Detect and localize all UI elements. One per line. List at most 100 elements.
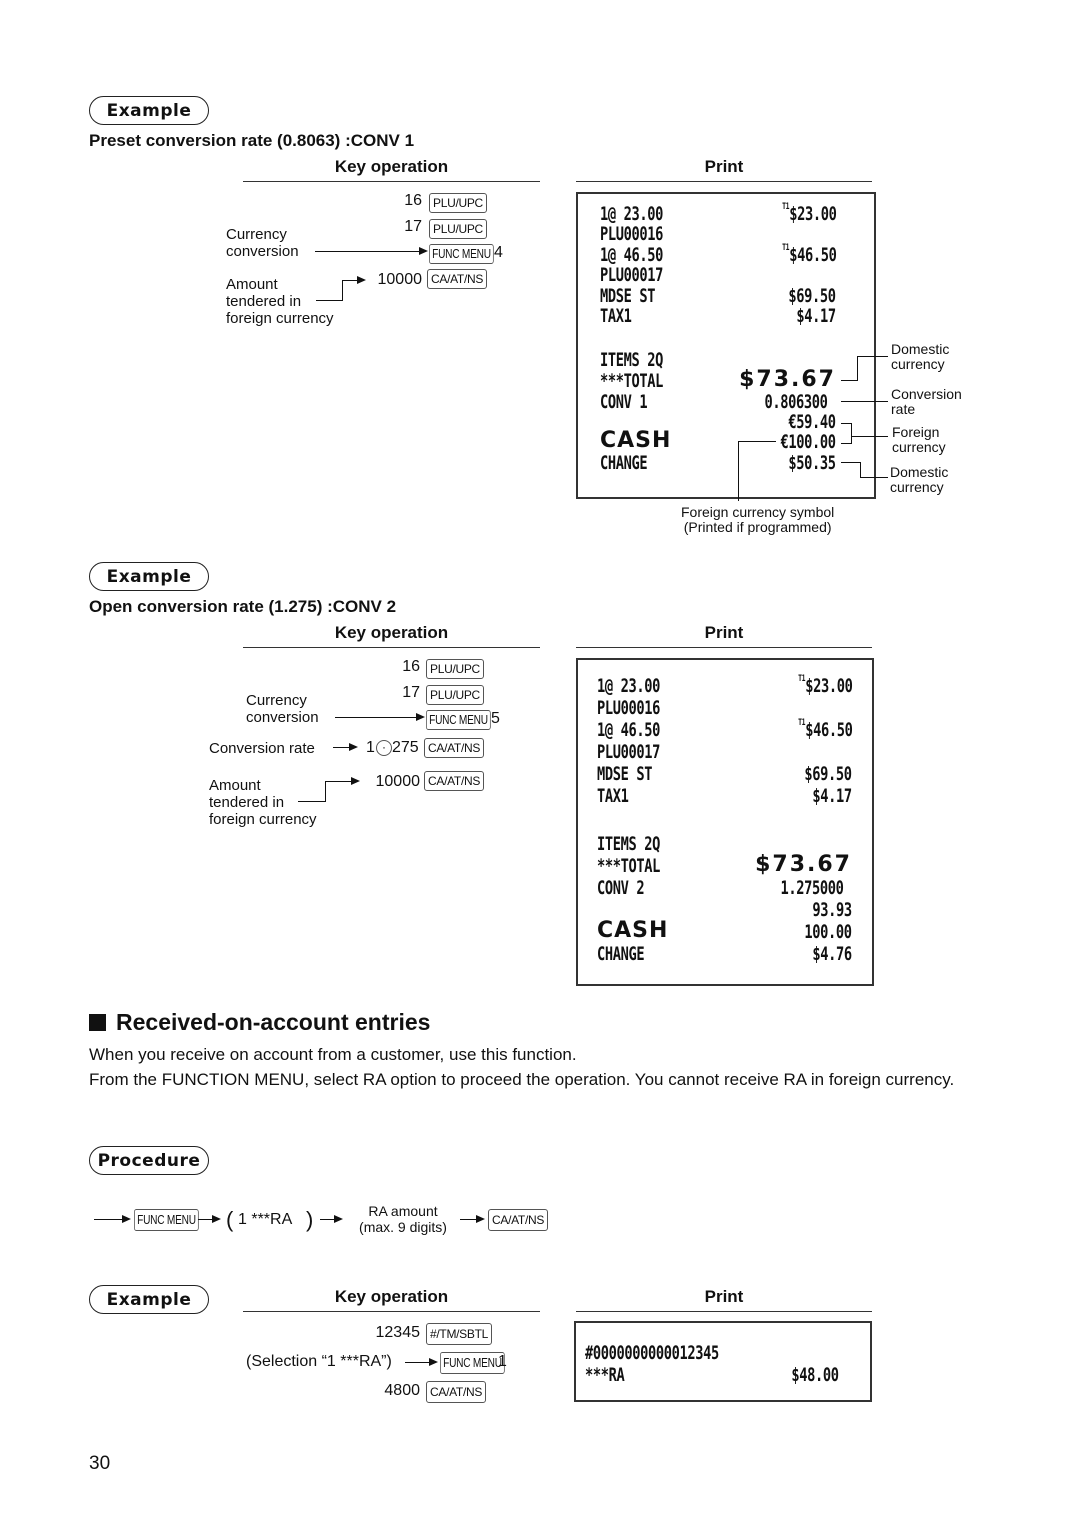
label-line: RA amount xyxy=(368,1203,438,1219)
func-menu-key[interactable]: FUNC MENU xyxy=(134,1209,199,1231)
receipt-total: $73.67 xyxy=(739,367,836,392)
note-line: Domestic xyxy=(891,341,950,357)
receipt-amount: T1$46.50 xyxy=(798,718,853,741)
print-header-2: Print xyxy=(576,623,872,648)
receipt-amount: $4.17 xyxy=(812,785,853,807)
key-operation-header-3: Key operation xyxy=(243,1287,540,1312)
example-badge-3: Example xyxy=(89,1285,209,1314)
arrow-icon xyxy=(357,276,366,284)
key-value: 12345 xyxy=(375,1324,421,1341)
receipt-line: PLU00016 xyxy=(597,697,661,719)
plu-upc-key[interactable]: PLU/UPC xyxy=(429,193,487,213)
tm-sbtl-key[interactable]: #/TM/SBTL xyxy=(426,1323,492,1345)
key-value: 16 xyxy=(404,192,422,209)
plu-upc-key[interactable]: PLU/UPC xyxy=(426,659,484,679)
conversion-rate-note: Conversion rate xyxy=(891,387,962,417)
receipt-line: ***TOTAL xyxy=(600,370,664,392)
ca-at-ns-key[interactable]: CA/AT/NS xyxy=(488,1209,549,1231)
paragraph-1: When you receive on account from a custo… xyxy=(89,1045,577,1064)
leader-line xyxy=(841,401,888,402)
leader-line xyxy=(841,462,860,463)
label-line: conversion xyxy=(246,709,319,726)
note-line: Foreign xyxy=(892,424,940,440)
label-line: Currency xyxy=(246,692,307,709)
receipt-amount: 0.806300 xyxy=(764,391,828,413)
arrow-icon xyxy=(429,1358,438,1366)
receipt-line: 1@ 23.00 xyxy=(600,203,664,225)
label-line: foreign currency xyxy=(209,811,317,828)
ca-at-ns-key[interactable]: CA/AT/NS xyxy=(427,269,488,289)
tax-mark: T1 xyxy=(781,243,789,253)
leader-line xyxy=(851,423,852,444)
paragraph-2: From the FUNCTION MENU, select RA option… xyxy=(89,1070,955,1089)
arrow-icon xyxy=(351,777,360,785)
page-number: 30 xyxy=(89,1453,111,1474)
procedure-badge: Procedure xyxy=(89,1146,209,1175)
section-title: Received-on-account entries xyxy=(89,1009,430,1036)
arrow-line xyxy=(94,1219,122,1220)
receipt-amount: T1$23.00 xyxy=(781,202,837,225)
receipt-amount: 93.93 xyxy=(812,899,853,921)
receipt-amount: T1$23.00 xyxy=(797,674,853,697)
func-menu-key[interactable]: FUNC MENU xyxy=(429,244,494,264)
currency-symbol-note: Foreign currency symbol (Printed if prog… xyxy=(681,505,834,535)
plu-upc-key[interactable]: PLU/UPC xyxy=(429,219,487,239)
receipt-line: PLU00016 xyxy=(600,223,664,245)
receipt-amount: $50.35 xyxy=(788,452,837,474)
bracket-close: ) xyxy=(306,1207,314,1232)
receipt-amount: $4.76 xyxy=(812,943,853,965)
tax-mark: T1 xyxy=(797,674,805,684)
key-suffix: 5 xyxy=(491,710,500,727)
arrow-line xyxy=(405,1362,429,1363)
receipt-line: PLU00017 xyxy=(600,264,664,286)
key-value: 4800 xyxy=(384,1382,420,1399)
receipt-line: MDSE ST xyxy=(600,285,656,307)
func-menu-key[interactable]: FUNC MENU xyxy=(440,1352,505,1374)
receipt-line: CHANGE xyxy=(597,943,645,965)
arrow-line xyxy=(198,1219,212,1220)
receipt-line: 1@ 46.50 xyxy=(597,719,661,741)
amount: $46.50 xyxy=(804,719,853,741)
receipt-line: CONV 1 xyxy=(600,391,648,413)
note-line: Domestic xyxy=(890,464,949,480)
receipt-line: #0000000000012345 xyxy=(585,1342,719,1364)
arrow-icon xyxy=(419,247,428,255)
domestic-currency-note-2: Domestic currency xyxy=(890,465,948,495)
note-line: Conversion xyxy=(891,386,962,402)
ca-at-ns-key[interactable]: CA/AT/NS xyxy=(424,738,485,758)
key-operation-header-1: Key operation xyxy=(243,157,540,182)
ca-at-ns-key[interactable]: CA/AT/NS xyxy=(426,1381,487,1403)
arrow-icon xyxy=(212,1215,221,1223)
ra-amount-label: RA amount (max. 9 digits) xyxy=(348,1203,458,1235)
arrow-icon xyxy=(476,1215,485,1223)
plu-upc-key[interactable]: PLU/UPC xyxy=(426,685,484,705)
receipt-amount: 100.00 xyxy=(804,921,853,943)
receipt-total: $73.67 xyxy=(755,852,852,877)
arrow-line xyxy=(460,1219,476,1220)
receipt-amount: $48.00 xyxy=(791,1364,840,1386)
currency-conversion-label: Currency conversion xyxy=(246,692,319,726)
note-line: Foreign currency symbol xyxy=(681,504,835,520)
receipt-line: ***RA xyxy=(585,1364,625,1386)
arrow-line xyxy=(342,280,357,281)
arrow-icon xyxy=(349,743,358,751)
label-line: tendered in xyxy=(226,293,302,310)
key-value: 16 xyxy=(402,658,420,675)
arrow-line xyxy=(342,280,343,301)
tax-mark: T1 xyxy=(781,202,789,212)
amount-tendered-label: Amount tendered in foreign currency xyxy=(209,777,317,828)
ca-at-ns-key[interactable]: CA/AT/NS xyxy=(424,771,485,791)
square-bullet-icon xyxy=(89,1014,106,1031)
receipt-cash: CASH xyxy=(597,918,669,943)
arrow-line xyxy=(320,1219,334,1220)
receipt-amount: $69.50 xyxy=(788,285,837,307)
arrow-line xyxy=(325,781,351,782)
key-value: 275 xyxy=(392,739,419,756)
decimal-point-key[interactable]: · xyxy=(376,740,392,756)
note-line: (Printed if programmed) xyxy=(683,519,832,535)
print-header-3: Print xyxy=(576,1287,872,1312)
note-line: currency xyxy=(892,439,946,455)
func-menu-key[interactable]: FUNC MENU xyxy=(426,710,491,730)
label-line: Currency xyxy=(226,226,287,243)
receipt-line: MDSE ST xyxy=(597,763,653,785)
